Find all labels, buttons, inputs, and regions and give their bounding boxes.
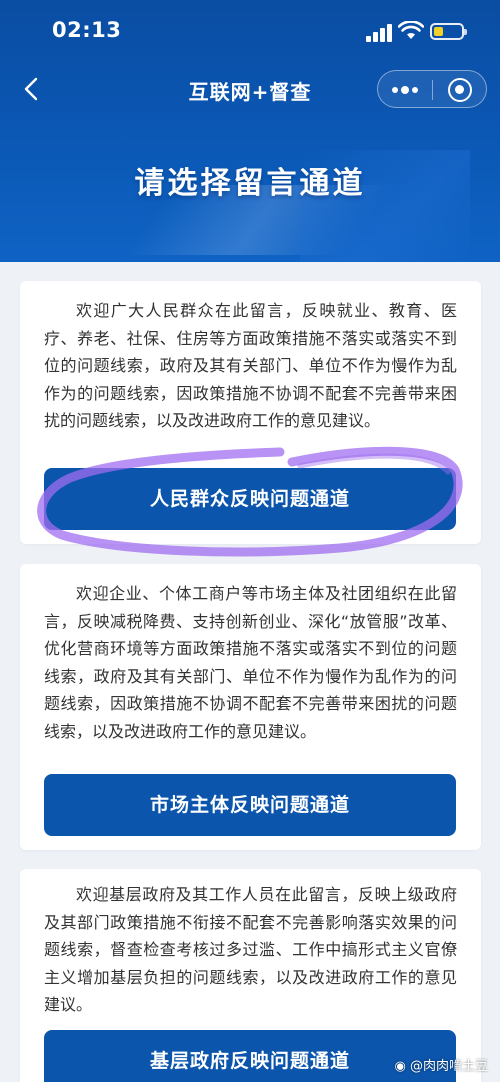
channel-card-market: 欢迎企业、个体工商户等市场主体及社团组织在此留言，反映减税降费、支持创新创业、深… xyxy=(20,564,481,850)
channel-card-public: 欢迎广大人民群众在此留言，反映就业、教育、医疗、养老、社保、住房等方面政策措施不… xyxy=(20,281,481,544)
card-description: 欢迎企业、个体工商户等市场主体及社团组织在此留言，反映减税降费、支持创新创业、深… xyxy=(44,584,457,741)
public-channel-button[interactable]: 人民群众反映问题通道 xyxy=(44,468,456,530)
mini-program-capsule xyxy=(377,70,487,108)
status-bar: 02:13 xyxy=(0,0,500,64)
nav-bar: 互联网+督查 xyxy=(0,64,500,116)
battery-icon xyxy=(430,23,467,40)
header-hero: 02:13 互联网+督查 请选择留言通道 xyxy=(0,0,500,262)
channel-card-grassroots: 欢迎基层政府及其工作人员在此留言，反映上级政府及其部门政策措施不衔接不配套不完善… xyxy=(20,869,481,1082)
market-channel-button[interactable]: 市场主体反映问题通道 xyxy=(44,774,456,836)
card-description: 欢迎广大人民群众在此留言，反映就业、教育、医疗、养老、社保、住房等方面政策措施不… xyxy=(44,301,457,430)
close-target-icon[interactable] xyxy=(448,78,472,102)
wifi-icon xyxy=(398,21,424,39)
status-time: 02:13 xyxy=(52,18,122,42)
more-dots-icon[interactable] xyxy=(390,81,420,99)
signal-icon xyxy=(366,24,392,42)
watermark: ◉ @肉肉啃土豆 xyxy=(395,1055,489,1074)
weibo-icon: ◉ xyxy=(394,1059,406,1074)
card-description: 欢迎基层政府及其工作人员在此留言，反映上级政府及其部门政策措施不衔接不配套不完善… xyxy=(44,885,457,1014)
capsule-divider xyxy=(432,80,433,100)
watermark-text: @肉肉啃土豆 xyxy=(409,1059,488,1074)
hero-title: 请选择留言通道 xyxy=(134,166,366,201)
